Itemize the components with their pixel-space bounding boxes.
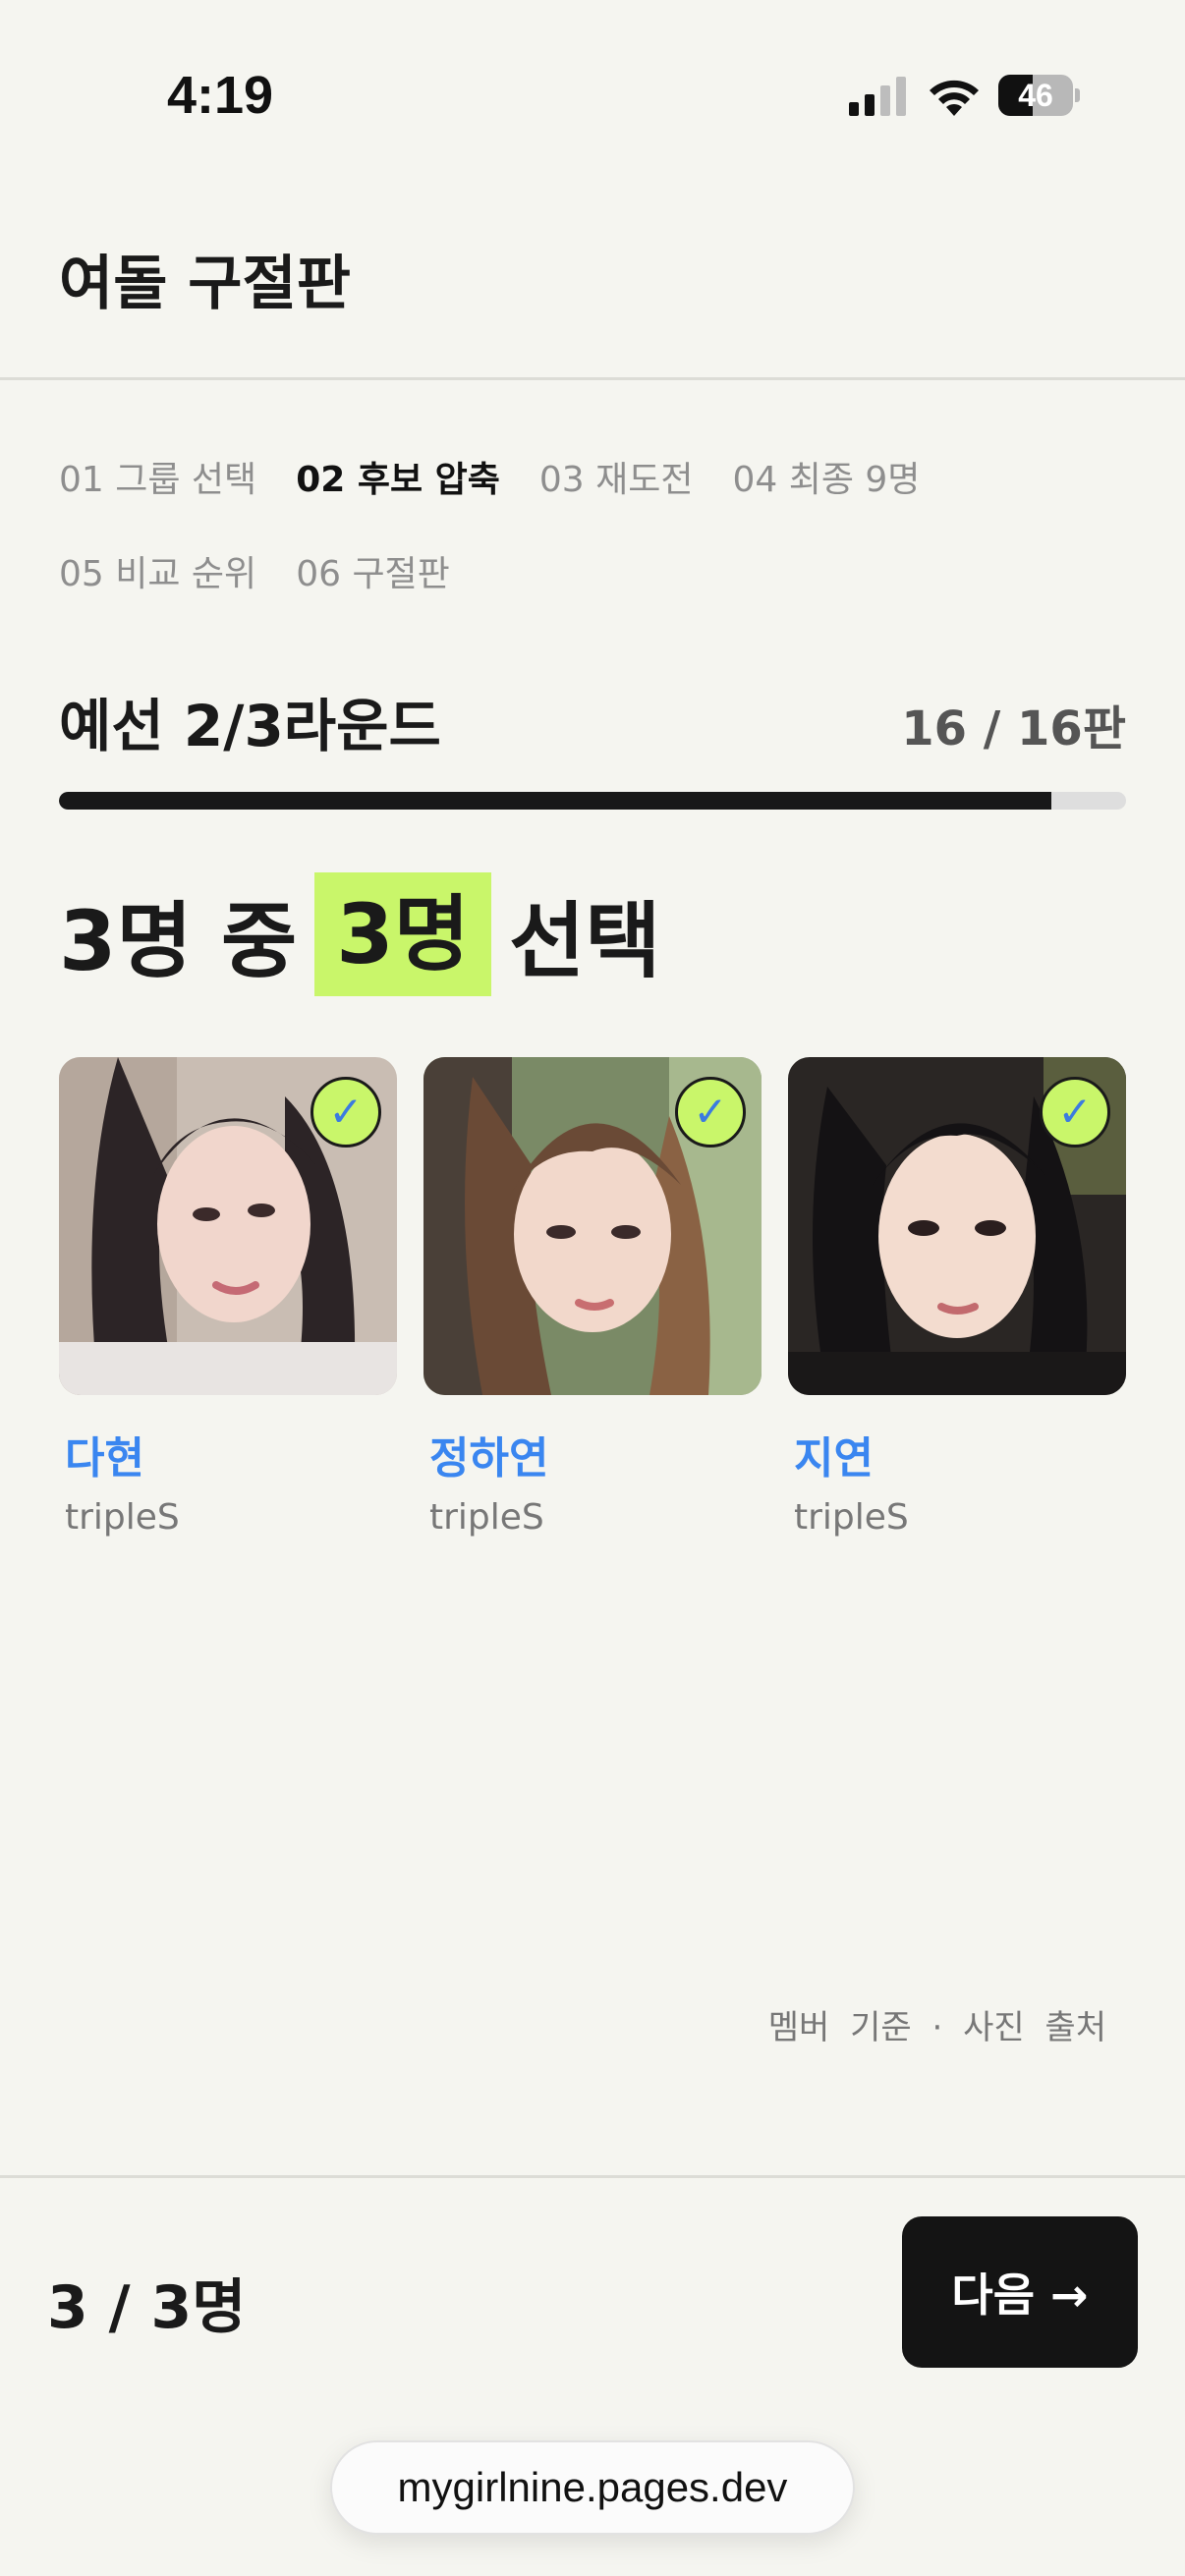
page-title: 여돌 구절판: [59, 250, 351, 318]
page: 4:19 46 여돌 구절판 01 그룹 선택 02 후보 압축 03 재도전 …: [0, 0, 1185, 2576]
header-divider: [0, 377, 1185, 380]
battery-level: 46: [1018, 78, 1053, 113]
candidate-group: tripleS: [429, 1497, 544, 1538]
round-count: 16 / 16판: [901, 701, 1126, 756]
step-final-nine[interactable]: 04 최종 9명: [732, 456, 920, 505]
candidate-photo[interactable]: ✓: [788, 1057, 1126, 1395]
step-group-select[interactable]: 01 그룹 선택: [59, 456, 256, 505]
footer-divider: [0, 2175, 1185, 2178]
selected-count: 3 / 3명: [47, 2273, 247, 2342]
next-button[interactable]: 다음 →: [902, 2216, 1138, 2368]
candidate-card[interactable]: ✓ 다현 tripleS: [59, 1057, 397, 1538]
battery-icon: 46: [998, 75, 1080, 116]
step-compare-rank[interactable]: 05 비교 순위: [59, 550, 256, 599]
step-navigation: 01 그룹 선택 02 후보 압축 03 재도전 04 최종 9명 05 비교 …: [59, 456, 1140, 599]
candidate-name: 정하연: [429, 1433, 549, 1484]
candidate-photo[interactable]: ✓: [59, 1057, 397, 1395]
candidate-group: tripleS: [794, 1497, 909, 1538]
candidate-grid: ✓ 다현 tripleS ✓ 정하연 tripleS ✓ 지연 tripleS: [59, 1057, 1126, 1568]
step-gujeolpan[interactable]: 06 구절판: [296, 550, 450, 599]
wifi-icon: [930, 80, 979, 116]
selection-headline: 3명 중 3명 선택: [59, 872, 661, 996]
headline-suffix: 선택: [509, 892, 661, 989]
step-retry[interactable]: 03 재도전: [539, 456, 694, 505]
cellular-signal-icon: [849, 77, 906, 116]
headline-highlight: 3명: [314, 872, 491, 996]
step-candidate-narrow[interactable]: 02 후보 압축: [296, 456, 500, 505]
selected-check-icon: ✓: [675, 1077, 746, 1148]
candidate-card[interactable]: ✓ 지연 tripleS: [788, 1057, 1126, 1538]
selected-check-icon: ✓: [310, 1077, 381, 1148]
candidate-photo[interactable]: ✓: [423, 1057, 762, 1395]
headline-prefix: 3명 중: [59, 892, 298, 989]
candidate-name: 지연: [794, 1433, 874, 1484]
source-note[interactable]: 멤버 기준 · 사진 출처: [768, 2000, 1106, 2048]
round-progress-bar: [59, 792, 1126, 810]
selected-check-icon: ✓: [1040, 1077, 1110, 1148]
browser-url-bar[interactable]: mygirlnine.pages.dev: [330, 2440, 855, 2535]
candidate-group: tripleS: [65, 1497, 180, 1538]
round-progress-fill: [59, 792, 1051, 810]
candidate-card[interactable]: ✓ 정하연 tripleS: [423, 1057, 762, 1538]
round-title: 예선 2/3라운드: [59, 693, 441, 759]
candidate-name: 다현: [65, 1433, 144, 1484]
status-time: 4:19: [167, 66, 274, 125]
